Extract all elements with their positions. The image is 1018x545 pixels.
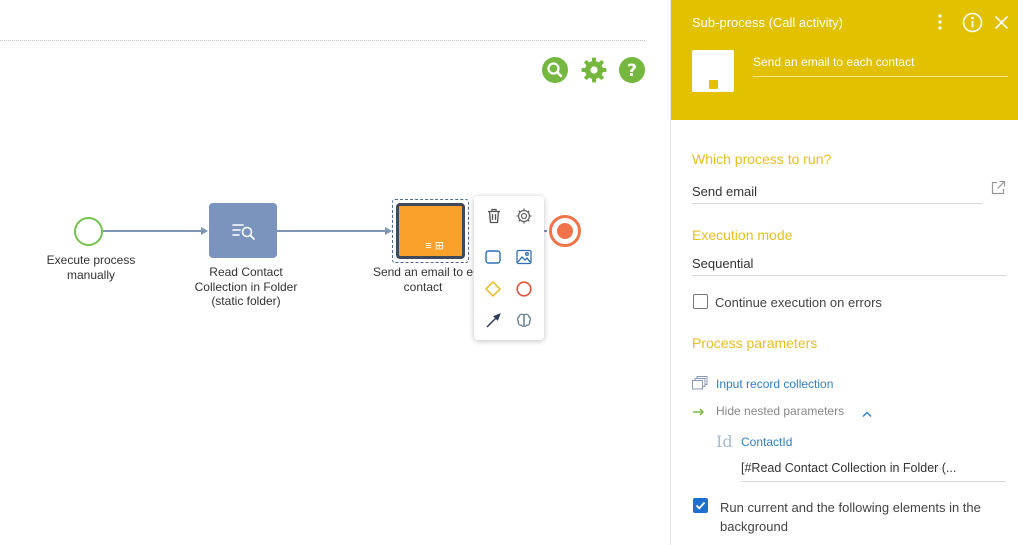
element-type-icon[interactable]: [692, 50, 734, 92]
end-event[interactable]: [549, 215, 581, 247]
end-event-core: [557, 223, 573, 239]
settings-icon[interactable]: [512, 204, 536, 228]
execution-mode-label: Execution mode: [692, 227, 793, 243]
element-name-underline: [753, 76, 1008, 77]
input-record-collection-link[interactable]: Input record collection: [716, 377, 833, 391]
flow-arrow-icon: [385, 227, 392, 235]
task-icon[interactable]: [481, 245, 505, 269]
run-in-background-checkbox[interactable]: [693, 498, 708, 513]
element-context-menu: [474, 196, 544, 340]
canvas-top-divider: [0, 40, 645, 41]
process-parameters-label: Process parameters: [692, 335, 818, 351]
flow-arrow-icon: [201, 227, 208, 235]
connector-icon[interactable]: [481, 309, 505, 333]
execution-mode-select[interactable]: Sequential: [692, 256, 753, 271]
contact-id-parameter-label[interactable]: ContactId: [741, 435, 792, 449]
brain-icon[interactable]: [512, 309, 536, 333]
execution-mode-underline: [692, 275, 1006, 276]
more-vertical-icon[interactable]: [933, 12, 947, 32]
read-data-node[interactable]: [209, 203, 277, 258]
run-in-background-label: Run current and the following elements i…: [720, 500, 981, 534]
trash-icon[interactable]: [482, 204, 506, 228]
info-icon[interactable]: [961, 12, 983, 32]
which-process-label: Which process to run?: [692, 151, 832, 167]
continue-on-errors-label: Continue execution on errors: [715, 295, 882, 310]
image-icon[interactable]: [512, 245, 536, 269]
which-process-field[interactable]: Send email: [692, 184, 757, 199]
panel-title: Sub-process (Call activity): [692, 15, 843, 30]
id-type-icon: Id: [716, 432, 733, 451]
properties-panel: Sub-process (Call activity) Send an emai…: [670, 0, 1018, 545]
close-icon[interactable]: [993, 12, 1009, 32]
subprocess-mini-icon: [709, 80, 718, 89]
panel-header: Sub-process (Call activity) Send an emai…: [671, 0, 1018, 120]
read-data-icon: [232, 223, 255, 240]
help-icon[interactable]: ?: [619, 57, 645, 83]
arrow-right-icon: [693, 404, 705, 416]
flow-start-to-read[interactable]: [103, 230, 201, 232]
read-data-label: Read Contact Collection in Folder (stati…: [194, 265, 298, 308]
contact-id-underline: [741, 481, 1006, 482]
subprocess-markers-icon: ≡ ⊞: [425, 240, 444, 252]
hide-nested-parameters-toggle[interactable]: Hide nested parameters: [716, 404, 844, 418]
gear-icon[interactable]: [581, 57, 607, 83]
gateway-icon[interactable]: [481, 277, 505, 301]
flow-read-to-sub[interactable]: [277, 230, 385, 232]
start-event-label: Execute process manually: [46, 253, 136, 282]
event-icon[interactable]: [512, 277, 536, 301]
open-process-icon[interactable]: [990, 180, 1006, 196]
subprocess-label: Send an email to e contact: [372, 265, 474, 294]
element-name-field[interactable]: Send an email to each contact: [753, 55, 914, 69]
collection-icon: [692, 376, 708, 390]
which-process-underline: [692, 203, 982, 204]
continue-on-errors-checkbox[interactable]: [693, 294, 708, 309]
search-icon[interactable]: [542, 57, 568, 83]
chevron-up-icon[interactable]: [862, 405, 872, 417]
contact-id-parameter-value[interactable]: [#Read Contact Collection in Folder (...: [741, 461, 956, 475]
svg-text:?: ?: [627, 61, 637, 81]
subprocess-node[interactable]: ≡ ⊞: [396, 203, 465, 259]
start-event[interactable]: [74, 217, 103, 246]
process-designer-canvas[interactable]: ? Execute process manually Read Contact …: [0, 0, 670, 545]
checkmark-icon: [695, 501, 706, 510]
